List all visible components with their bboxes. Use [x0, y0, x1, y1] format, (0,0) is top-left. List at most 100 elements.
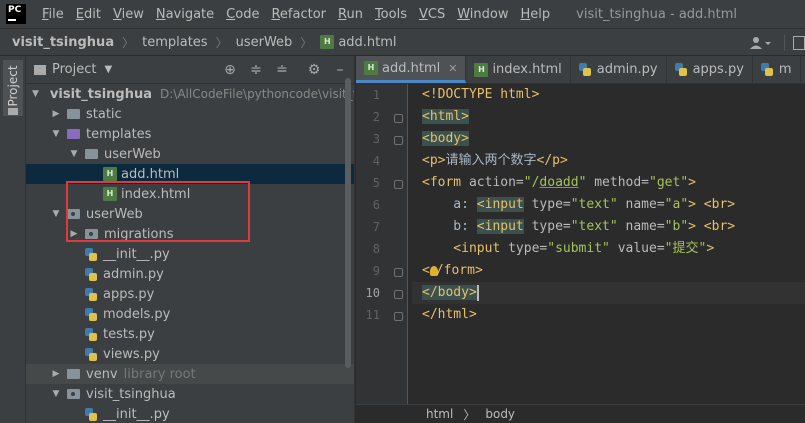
- editor-crumb-html[interactable]: html: [426, 407, 453, 421]
- breadcrumb-project[interactable]: visit_tsinghua: [0, 35, 114, 50]
- tab-admin-py[interactable]: admin.py: [571, 56, 667, 83]
- tree-item-tests-py[interactable]: tests.py: [26, 324, 354, 344]
- chevron-down-icon[interactable]: ▼: [68, 149, 80, 159]
- line-number: 5: [372, 176, 380, 190]
- menu-file[interactable]: File: [36, 7, 70, 22]
- code-line-9: </form>: [422, 263, 483, 278]
- breadcrumb-file[interactable]: H add.html: [312, 35, 397, 50]
- nav-divider: [784, 34, 785, 51]
- tree-item-label: models.py: [103, 306, 171, 322]
- fold-marker-icon[interactable]: [394, 312, 403, 321]
- line-number: 4: [372, 154, 380, 168]
- fold-marker-icon[interactable]: [394, 114, 403, 123]
- close-icon[interactable]: ✕: [448, 62, 457, 75]
- code-line-3: <body>: [422, 131, 469, 146]
- project-scrollbar[interactable]: [345, 78, 351, 368]
- python-file-icon: [85, 287, 97, 301]
- menu-window[interactable]: Window: [451, 7, 514, 22]
- code-line-5: <form action="/doadd" method="get">: [422, 175, 696, 190]
- expand-icon[interactable]: ≐: [274, 62, 290, 78]
- tree-item-apps-py[interactable]: apps.py: [26, 284, 354, 304]
- tree-item-index-html[interactable]: H index.html: [26, 184, 354, 204]
- tab-models-py[interactable]: m: [753, 56, 801, 83]
- chevron-right-icon[interactable]: ▶: [68, 229, 80, 239]
- folder-icon: [67, 369, 80, 379]
- menu-run[interactable]: Run: [332, 7, 369, 22]
- tab-index-html[interactable]: H index.html: [466, 56, 571, 83]
- python-file-icon: [578, 63, 591, 76]
- chevron-right-icon[interactable]: ▶: [50, 109, 62, 119]
- line-number: 3: [372, 132, 380, 146]
- tree-item-visit-package[interactable]: ▼ visit_tsinghua: [26, 384, 354, 404]
- breadcrumb-separator: 〉: [122, 35, 135, 50]
- fold-marker-icon[interactable]: [394, 268, 403, 277]
- tree-item-static[interactable]: ▶ static: [26, 104, 354, 124]
- tree-item-models-py[interactable]: models.py: [26, 304, 354, 324]
- tree-item-root[interactable]: ▼ visit_tsinghua D:\AllCodeFile\pythonco…: [26, 84, 354, 104]
- tree-item-add-html[interactable]: H add.html: [26, 164, 354, 184]
- chevron-down-icon[interactable]: ▼: [32, 89, 39, 99]
- minimize-icon[interactable]: –: [332, 62, 348, 78]
- tree-item-migrations[interactable]: ▶ migrations: [26, 224, 354, 244]
- tree-item-userweb-app[interactable]: ▼ userWeb: [26, 204, 354, 224]
- chevron-right-icon[interactable]: ▶: [50, 369, 62, 379]
- chevron-down-icon[interactable]: ▼: [104, 64, 112, 75]
- tree-item-venv[interactable]: ▶ venv library root: [26, 364, 354, 384]
- fold-marker-icon[interactable]: [394, 136, 403, 145]
- menu-vcs[interactable]: VCS: [413, 7, 451, 22]
- editor-crumb-separator: 〉: [463, 407, 476, 422]
- gear-icon[interactable]: ⚙: [306, 62, 322, 78]
- tab-apps-py[interactable]: apps.py: [667, 56, 753, 83]
- menu-navigate[interactable]: Navigate: [150, 7, 220, 22]
- tree-item-label: visit_tsinghua: [49, 86, 153, 102]
- tree-item-label: views.py: [103, 346, 160, 362]
- menu-view[interactable]: View: [107, 7, 150, 22]
- python-file-icon: [674, 63, 687, 76]
- navigation-bar: visit_tsinghua 〉 templates 〉 userWeb 〉 H…: [0, 28, 805, 56]
- menu-help[interactable]: Help: [515, 7, 557, 22]
- chevron-down-icon[interactable]: ▼: [50, 209, 62, 219]
- breadcrumb-templates[interactable]: templates: [134, 35, 207, 50]
- menu-tools[interactable]: Tools: [369, 7, 413, 22]
- project-panel-header: Project ▼ ⊕ ≑ ≐ ⚙ –: [26, 56, 354, 84]
- python-file-icon: [85, 407, 97, 421]
- python-file-icon: [85, 247, 97, 261]
- text-caret: [476, 284, 479, 301]
- tree-item-label: tests.py: [103, 326, 155, 342]
- tree-item-init-py-2[interactable]: __init__.py: [26, 404, 354, 423]
- breadcrumb-userweb[interactable]: userWeb: [228, 35, 293, 50]
- tab-label: index.html: [492, 62, 562, 77]
- tree-item-templates[interactable]: ▼ templates: [26, 124, 354, 144]
- chevron-down-icon[interactable]: ▼: [50, 389, 62, 399]
- tree-item-label: apps.py: [103, 286, 155, 302]
- editor-crumb-body[interactable]: body: [485, 407, 515, 421]
- tab-label: add.html: [382, 60, 441, 76]
- menu-refactor[interactable]: Refactor: [265, 7, 332, 22]
- python-file-icon: [760, 63, 773, 76]
- fold-marker-icon[interactable]: [394, 290, 403, 299]
- target-icon[interactable]: ⊕: [222, 62, 238, 78]
- line-number-gutter: 1 2 3 4 5 6 7 8 9 10 11: [356, 84, 408, 404]
- code-area[interactable]: <!DOCTYPE html> <html> <body> <p>请输入两个数字…: [412, 84, 805, 404]
- project-panel-title[interactable]: Project: [52, 62, 96, 77]
- tree-item-admin-py[interactable]: admin.py: [26, 264, 354, 284]
- chevron-down-icon[interactable]: ▼: [50, 129, 62, 139]
- fold-marker-icon[interactable]: [394, 180, 403, 189]
- user-icon[interactable]: [746, 32, 776, 54]
- tree-item-init-py[interactable]: __init__.py: [26, 244, 354, 264]
- window-box-icon[interactable]: [793, 35, 805, 50]
- tree-item-userweb-templates[interactable]: ▼ userWeb: [26, 144, 354, 164]
- tree-item-views-py[interactable]: views.py: [26, 344, 354, 364]
- tree-item-path: D:\AllCodeFile\pythoncode\visit_ts: [160, 87, 355, 101]
- package-folder-icon: [67, 209, 80, 219]
- tree-item-label: userWeb: [86, 206, 143, 222]
- html-file-icon: H: [474, 62, 489, 77]
- tree-item-label: admin.py: [103, 266, 164, 282]
- tab-add-html[interactable]: H add.html ✕: [356, 56, 467, 83]
- menu-edit[interactable]: Edit: [70, 7, 107, 22]
- window-title: visit_tsinghua - add.html: [576, 6, 738, 22]
- code-line-8: <input type="submit" value="提交">: [422, 241, 715, 256]
- folder-icon: [67, 109, 80, 119]
- collapse-icon[interactable]: ≑: [248, 62, 264, 78]
- menu-code[interactable]: Code: [220, 7, 265, 22]
